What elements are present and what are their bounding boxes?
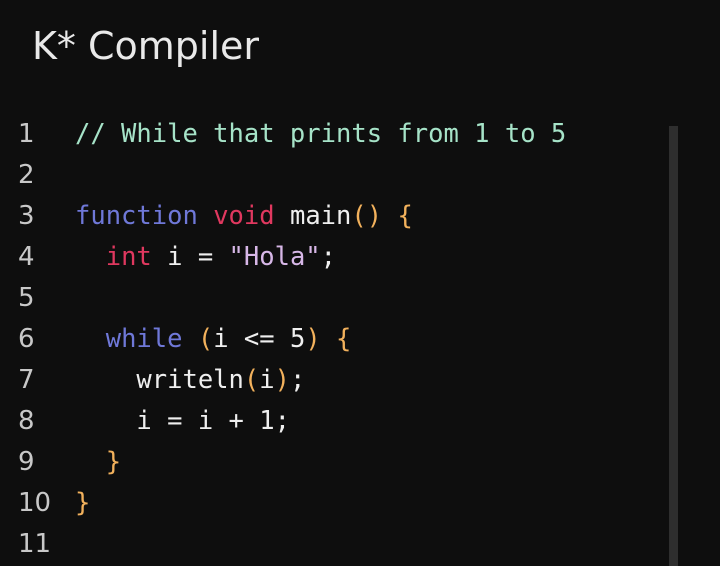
code-token-plain: writeln xyxy=(136,365,244,395)
code-token-bracket: { xyxy=(397,201,413,231)
code-line[interactable]: writeln(i); xyxy=(75,360,305,401)
line-number: 9 xyxy=(18,447,35,477)
code-line[interactable]: } xyxy=(75,483,90,524)
code-line[interactable]: i = i + 1; xyxy=(75,401,290,442)
code-line[interactable]: int i = "Hola"; xyxy=(75,237,336,278)
code-token-plain: ; xyxy=(289,365,306,395)
line-number: 4 xyxy=(18,242,35,272)
line-number: 10 xyxy=(18,488,52,518)
code-token-bracket: () xyxy=(351,201,383,231)
line-number: 2 xyxy=(18,160,35,190)
vertical-scrollbar[interactable] xyxy=(669,126,678,566)
code-token-bracket: ) xyxy=(305,324,321,354)
code-line[interactable]: function void main() { xyxy=(75,196,413,237)
code-token-bracket: } xyxy=(75,488,91,518)
code-token-bracket: ( xyxy=(197,324,214,354)
code-token-type: int xyxy=(105,242,152,272)
line-number: 6 xyxy=(18,324,35,354)
code-line[interactable]: // While that prints from 1 to 5 xyxy=(75,114,566,155)
code-token-plain: ; xyxy=(320,242,337,272)
code-line[interactable]: } xyxy=(75,442,121,483)
code-token-keyword: function xyxy=(75,201,198,231)
line-number: 7 xyxy=(18,365,35,395)
code-line[interactable]: while (i <= 5) { xyxy=(75,319,352,360)
line-number: 5 xyxy=(18,283,35,313)
code-token-bracket: ) xyxy=(274,365,290,395)
line-number: 8 xyxy=(18,406,35,436)
line-number: 1 xyxy=(18,119,35,149)
code-token-plain: i <= 5 xyxy=(213,324,306,354)
app-title: K* Compiler xyxy=(32,24,260,68)
code-token-plain: i = xyxy=(151,242,229,272)
line-number: 11 xyxy=(18,529,52,559)
code-token-bracket: ( xyxy=(243,365,260,395)
code-token-type: void xyxy=(213,201,275,231)
code-token-bracket: { xyxy=(336,324,352,354)
code-token-comment: // While that prints from 1 to 5 xyxy=(75,119,567,149)
code-token-plain: main xyxy=(274,201,352,231)
line-number: 3 xyxy=(18,201,35,231)
code-editor[interactable]: 1 2 3 4 5 6 7 8 9 10 11 // While that prints from … xyxy=(0,114,720,566)
code-token-keyword: while xyxy=(105,324,183,354)
code-token-string: "Hola" xyxy=(228,242,321,272)
code-token-bracket: } xyxy=(105,447,122,477)
code-token-plain: i = i + 1; xyxy=(136,406,290,436)
code-token-plain: i xyxy=(259,365,275,395)
